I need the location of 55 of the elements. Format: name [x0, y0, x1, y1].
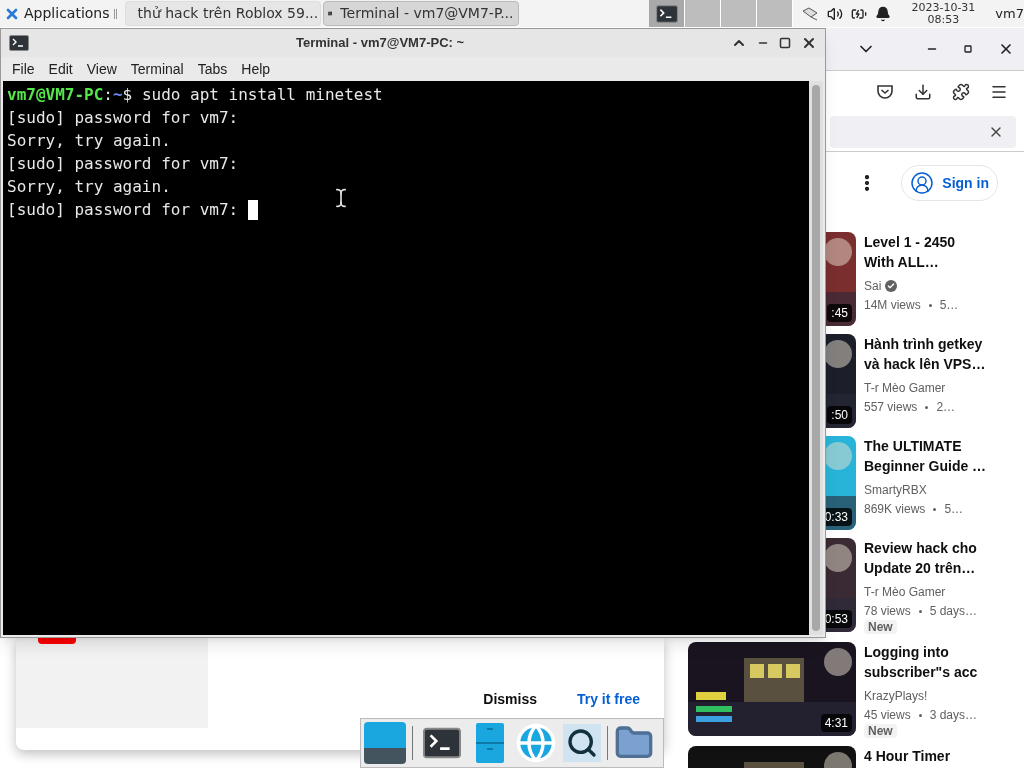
user-name: vm7	[995, 4, 1024, 23]
prompt-user-host: vm7@VM7-PC	[7, 84, 104, 106]
menu-item[interactable]: Tabs	[190, 58, 235, 80]
output-line: Sorry, try again.	[7, 130, 171, 152]
prompt-path: ~	[112, 84, 123, 106]
view-count: 557 views	[864, 399, 918, 416]
video-title[interactable]: Review hack cho	[864, 538, 1014, 558]
output-line: Sorry, try again.	[7, 176, 171, 198]
upload-age: 2…	[936, 399, 956, 416]
applications-menu[interactable]: Applications	[0, 0, 114, 27]
view-count: 14M views	[864, 297, 921, 314]
view-count: 45 views	[864, 707, 911, 724]
view-count: 869K views	[864, 501, 926, 518]
prompt-separator: :	[103, 84, 113, 106]
video-title[interactable]: Logging into	[864, 642, 1014, 662]
video-title[interactable]: Update 20 trên…	[864, 558, 1014, 578]
window-title: Terminal - vm7@VM7-PC: ~	[294, 34, 466, 53]
channel-name[interactable]: SmartyRBX	[864, 480, 927, 500]
output-line: [sudo] password for vm7:	[7, 107, 239, 129]
video-duration: 4:31	[820, 714, 852, 732]
video-title[interactable]: With ALL…	[864, 252, 1014, 272]
video-title[interactable]: Hành trình getkey	[864, 334, 1014, 354]
video-title[interactable]: và hack lên VPS…	[864, 354, 1014, 374]
clock-time: 08:53	[927, 13, 960, 26]
upload-age: 3 days…	[929, 707, 978, 724]
video-duration: :45	[827, 304, 852, 322]
video-title[interactable]: Level 1 - 2450	[864, 232, 1014, 252]
menu-item[interactable]: View	[79, 58, 124, 80]
dismiss-button[interactable]: Dismiss	[483, 689, 537, 710]
channel-name[interactable]: T-r Mèo Gamer	[864, 582, 946, 602]
upload-age: 5 days…	[929, 603, 978, 620]
command-text: $ sudo apt install minetest	[122, 84, 383, 106]
video-duration: :50	[827, 406, 852, 424]
menu-item[interactable]: Terminal	[123, 58, 191, 80]
new-badge: New	[864, 724, 897, 738]
upload-age: 5…	[944, 501, 964, 518]
video-title[interactable]: 4 Hour Timer	[864, 746, 1014, 766]
video-title[interactable]: subscriber"s acc	[864, 662, 1014, 682]
taskbar-button[interactable]: thử hack trên Roblox 59...	[124, 1, 321, 26]
output-line: [sudo] password for vm7:	[7, 153, 239, 175]
output-line: [sudo] password for vm7:	[7, 199, 240, 221]
menu-item[interactable]: Help	[234, 58, 278, 80]
menu-item[interactable]: File	[5, 58, 42, 80]
channel-name[interactable]: KrazyPlays!	[864, 686, 928, 706]
video-title[interactable]: The ULTIMATE	[864, 436, 1014, 456]
channel-name[interactable]: Sai	[864, 276, 882, 296]
channel-name[interactable]: T-r Mèo Gamer	[864, 378, 946, 398]
video-title[interactable]: Beginner Guide …	[864, 456, 1014, 476]
taskbar-button[interactable]: Terminal - vm7@VM7-P...	[322, 1, 519, 26]
new-badge: New	[864, 620, 897, 634]
upload-age: 5…	[939, 297, 959, 314]
view-count: 78 views	[864, 603, 911, 620]
clock-date: 2023-10-31	[911, 1, 976, 14]
menu-item[interactable]: Edit	[41, 58, 80, 80]
try-free-button[interactable]: Try it free	[576, 689, 640, 710]
